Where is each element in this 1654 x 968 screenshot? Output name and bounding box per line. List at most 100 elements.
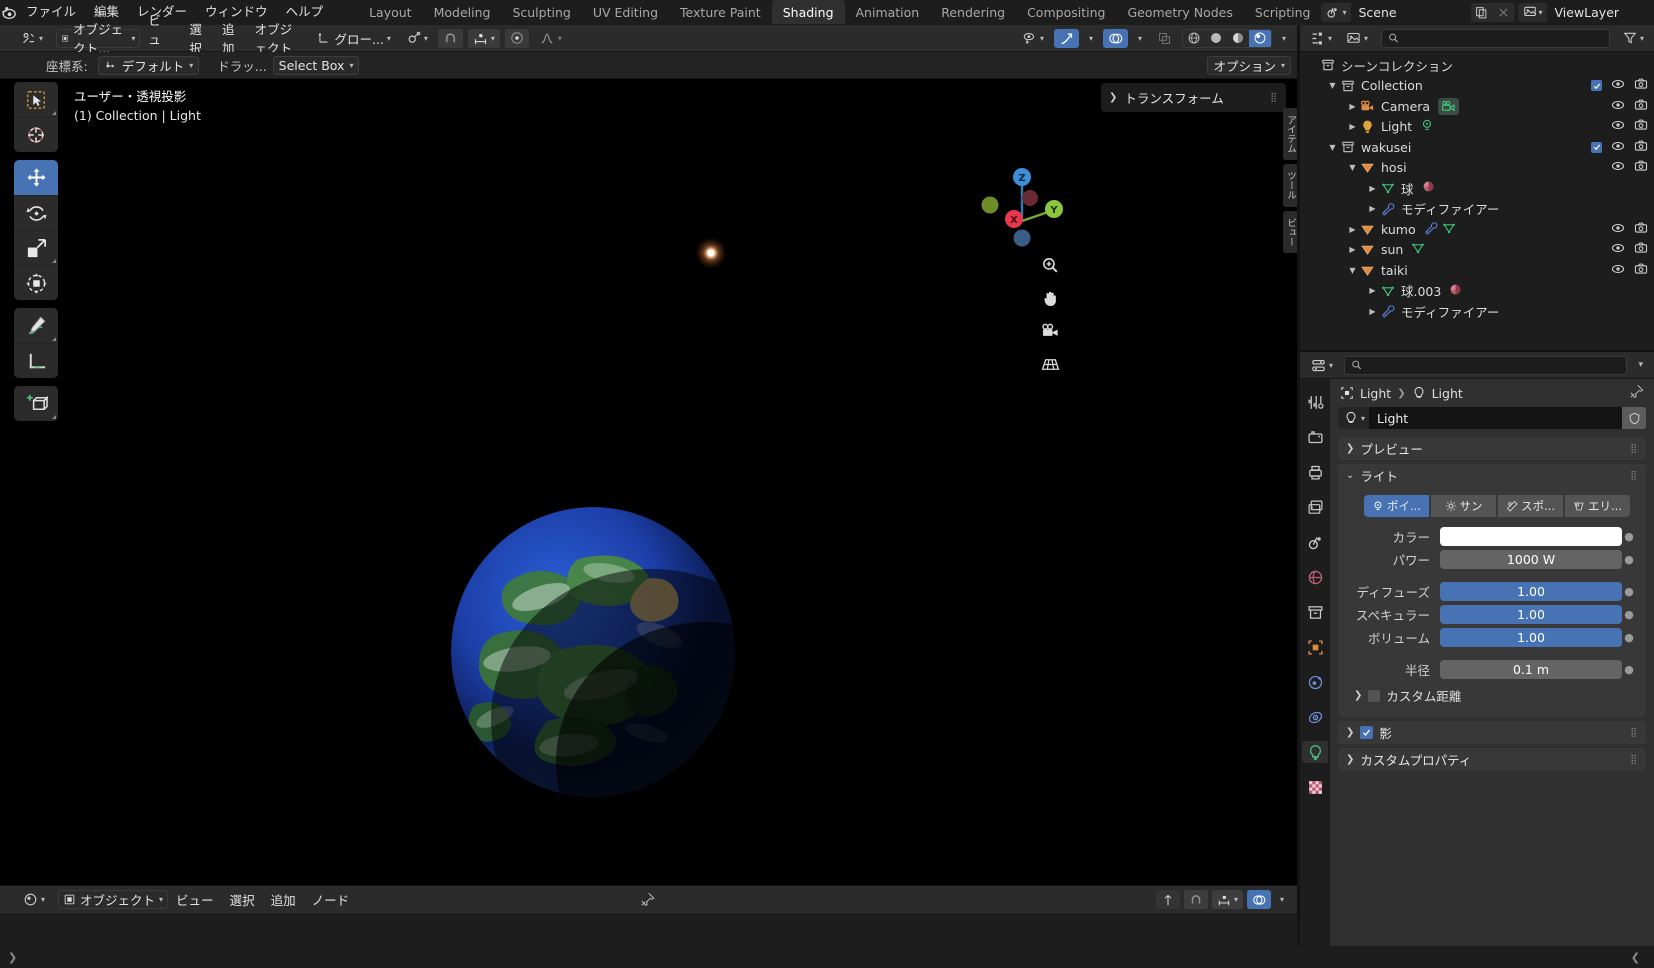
tweak-tool-button[interactable] — [14, 82, 58, 117]
render-tab[interactable] — [1302, 426, 1328, 448]
outliner-display-mode-dropdown[interactable]: ▾ — [1341, 29, 1373, 48]
material-icon[interactable] — [1422, 180, 1435, 196]
eye-icon[interactable] — [1611, 77, 1625, 94]
shading-dropdown[interactable]: ▾ — [1277, 29, 1291, 48]
disclosure-triangle[interactable]: ▶ — [1366, 184, 1379, 193]
breadcrumb-data-name[interactable]: Light — [1432, 386, 1463, 401]
eye-icon[interactable] — [1611, 262, 1625, 279]
modifier-icon[interactable] — [1424, 221, 1438, 238]
workspace-tab-uv-editing[interactable]: UV Editing — [582, 0, 669, 24]
custom-distance-row[interactable]: ❯ カスタム距離 — [1348, 682, 1636, 707]
shading-material-preview-button[interactable] — [1227, 30, 1249, 47]
disclosure-triangle[interactable]: ▼ — [1346, 266, 1359, 275]
panel-grip-dots[interactable]: ⣿ — [1630, 755, 1638, 765]
add-cube-tool-button[interactable] — [14, 386, 58, 421]
panel-grip-dots[interactable]: ⣿ — [1630, 444, 1638, 454]
animate-property-icon[interactable]: ● — [1622, 553, 1636, 566]
3d-viewport[interactable]: ユーザー・透視投影 (1) Collection | Light Z Y X ❯… — [0, 79, 1297, 885]
disclosure-triangle[interactable]: ▶ — [1346, 102, 1359, 111]
outliner-row-モディファイアー[interactable]: ▶ モディファイアー — [1300, 199, 1654, 220]
render-camera-icon[interactable] — [1634, 139, 1648, 156]
navigation-gizmo[interactable]: Z Y X — [978, 163, 1070, 255]
material-icon[interactable] — [1449, 283, 1462, 299]
custom-properties-panel-header[interactable]: ❯ カスタムプロパティ ⣿ — [1338, 748, 1646, 771]
overlays-dropdown[interactable]: ▾ — [1133, 29, 1147, 48]
workspace-tab-compositing[interactable]: Compositing — [1016, 0, 1116, 24]
outliner-row-Collection[interactable]: ▼ Collection — [1300, 76, 1654, 97]
scale-tool-button[interactable] — [14, 230, 58, 265]
workspace-tab-shading[interactable]: Shading — [771, 0, 845, 24]
animate-property-icon[interactable]: ● — [1622, 585, 1636, 598]
volume-value[interactable]: 1.00 — [1440, 627, 1622, 647]
shader-menu-select[interactable]: 選択 — [222, 890, 263, 909]
animate-property-icon[interactable]: ● — [1622, 608, 1636, 621]
shadow-panel-header[interactable]: ❯ 影 ⣿ — [1338, 721, 1646, 744]
outliner-row-球.003[interactable]: ▶ 球.003 — [1300, 281, 1654, 302]
eye-icon[interactable] — [1611, 159, 1625, 176]
shadow-checkbox[interactable] — [1360, 726, 1374, 739]
status-expand-icon[interactable]: ❯ — [8, 951, 17, 964]
shader-type-dropdown[interactable]: オブジェクト ▾ — [58, 890, 169, 909]
animate-property-icon[interactable]: ● — [1622, 631, 1636, 644]
disclosure-triangle[interactable]: ▶ — [1346, 245, 1359, 254]
properties-editor-type-button[interactable]: ▾ — [1306, 356, 1338, 375]
outliner-row-sun[interactable]: ▶ sun — [1300, 240, 1654, 261]
render-camera-icon[interactable] — [1634, 221, 1648, 238]
outliner-row-taiki[interactable]: ▼ taiki — [1300, 260, 1654, 281]
shader-overlays-dropdown[interactable]: ▾ — [1275, 890, 1289, 909]
light-type-sun[interactable]: サン — [1431, 495, 1496, 517]
workspace-tab-rendering[interactable]: Rendering — [930, 0, 1016, 24]
shading-solid-button[interactable] — [1205, 30, 1227, 47]
workspace-tab-layout[interactable]: Layout — [358, 0, 423, 24]
output-tab[interactable] — [1302, 461, 1328, 483]
workspace-tab-animation[interactable]: Animation — [845, 0, 931, 24]
transform-orientation-dropdown[interactable]: グロー... ▾ — [312, 29, 395, 48]
fake-user-button[interactable] — [1622, 407, 1646, 429]
color-swatch[interactable] — [1440, 526, 1622, 546]
workspace-tab-texture-paint[interactable]: Texture Paint — [669, 0, 772, 24]
exclude-checkbox[interactable] — [1591, 80, 1602, 92]
editor-type-button[interactable]: ▾ — [16, 29, 48, 48]
mesh-data-icon[interactable] — [1411, 241, 1425, 258]
render-camera-icon[interactable] — [1634, 98, 1648, 115]
xray-toggle[interactable] — [1152, 29, 1177, 48]
radius-value[interactable]: 0.1 m — [1440, 659, 1622, 679]
shader-overlays-toggle[interactable] — [1246, 890, 1271, 909]
workspace-tab-scripting[interactable]: Scripting — [1244, 0, 1322, 24]
shader-menu-view[interactable]: ビュー — [168, 890, 222, 909]
viewlayer-icon[interactable]: ▾ — [1517, 2, 1547, 22]
viewlayer-name[interactable]: ViewLayer — [1546, 2, 1654, 22]
move-tool-button[interactable] — [14, 160, 58, 195]
delete-scene-button[interactable] — [1492, 2, 1515, 22]
mesh-data-icon[interactable] — [1442, 221, 1456, 238]
pin-icon[interactable] — [1629, 384, 1644, 402]
light-panel-header[interactable]: ⌄ ライト ⣿ — [1338, 464, 1646, 487]
gizmo-dropdown[interactable]: ▾ — [1084, 29, 1098, 48]
visibility-dropdown[interactable]: ▾ — [1017, 29, 1049, 48]
animate-property-icon[interactable]: ● — [1622, 530, 1636, 543]
render-camera-icon[interactable] — [1634, 118, 1648, 135]
options-dropdown[interactable]: オプション ▾ — [1207, 55, 1291, 75]
disclosure-triangle[interactable]: ▶ — [1346, 225, 1359, 234]
workspace-tab-geometry-nodes[interactable]: Geometry Nodes — [1116, 0, 1243, 24]
workspace-tab-modeling[interactable]: Modeling — [423, 0, 502, 24]
outliner-row-シーンコレクション[interactable]: シーンコレクション — [1300, 55, 1654, 76]
custom-distance-checkbox[interactable] — [1368, 689, 1381, 702]
outliner-row-wakusei[interactable]: ▼ wakusei — [1300, 137, 1654, 158]
shading-rendered-button[interactable] — [1248, 29, 1271, 47]
use-nodes-button[interactable] — [1155, 890, 1180, 909]
render-camera-icon[interactable] — [1634, 262, 1648, 279]
tool-tab[interactable] — [1302, 391, 1328, 413]
pin-icon[interactable] — [635, 890, 660, 909]
interaction-mode-dropdown[interactable]: オブジェクト... ▾ — [56, 22, 141, 56]
diffuse-value[interactable]: 1.00 — [1440, 581, 1622, 601]
shader-editor-type-button[interactable]: ▾ — [18, 890, 50, 909]
proportional-falloff-button[interactable] — [504, 28, 529, 48]
overlays-toggle[interactable] — [1102, 28, 1128, 48]
light-datablock-dropdown[interactable]: ▾ — [1338, 407, 1370, 429]
disclosure-triangle[interactable]: ▶ — [1366, 204, 1379, 213]
disclosure-triangle[interactable]: ▶ — [1346, 122, 1359, 131]
render-camera-icon[interactable] — [1634, 159, 1648, 176]
eye-icon[interactable] — [1611, 98, 1625, 115]
outliner-row-球[interactable]: ▶ 球 — [1300, 178, 1654, 199]
